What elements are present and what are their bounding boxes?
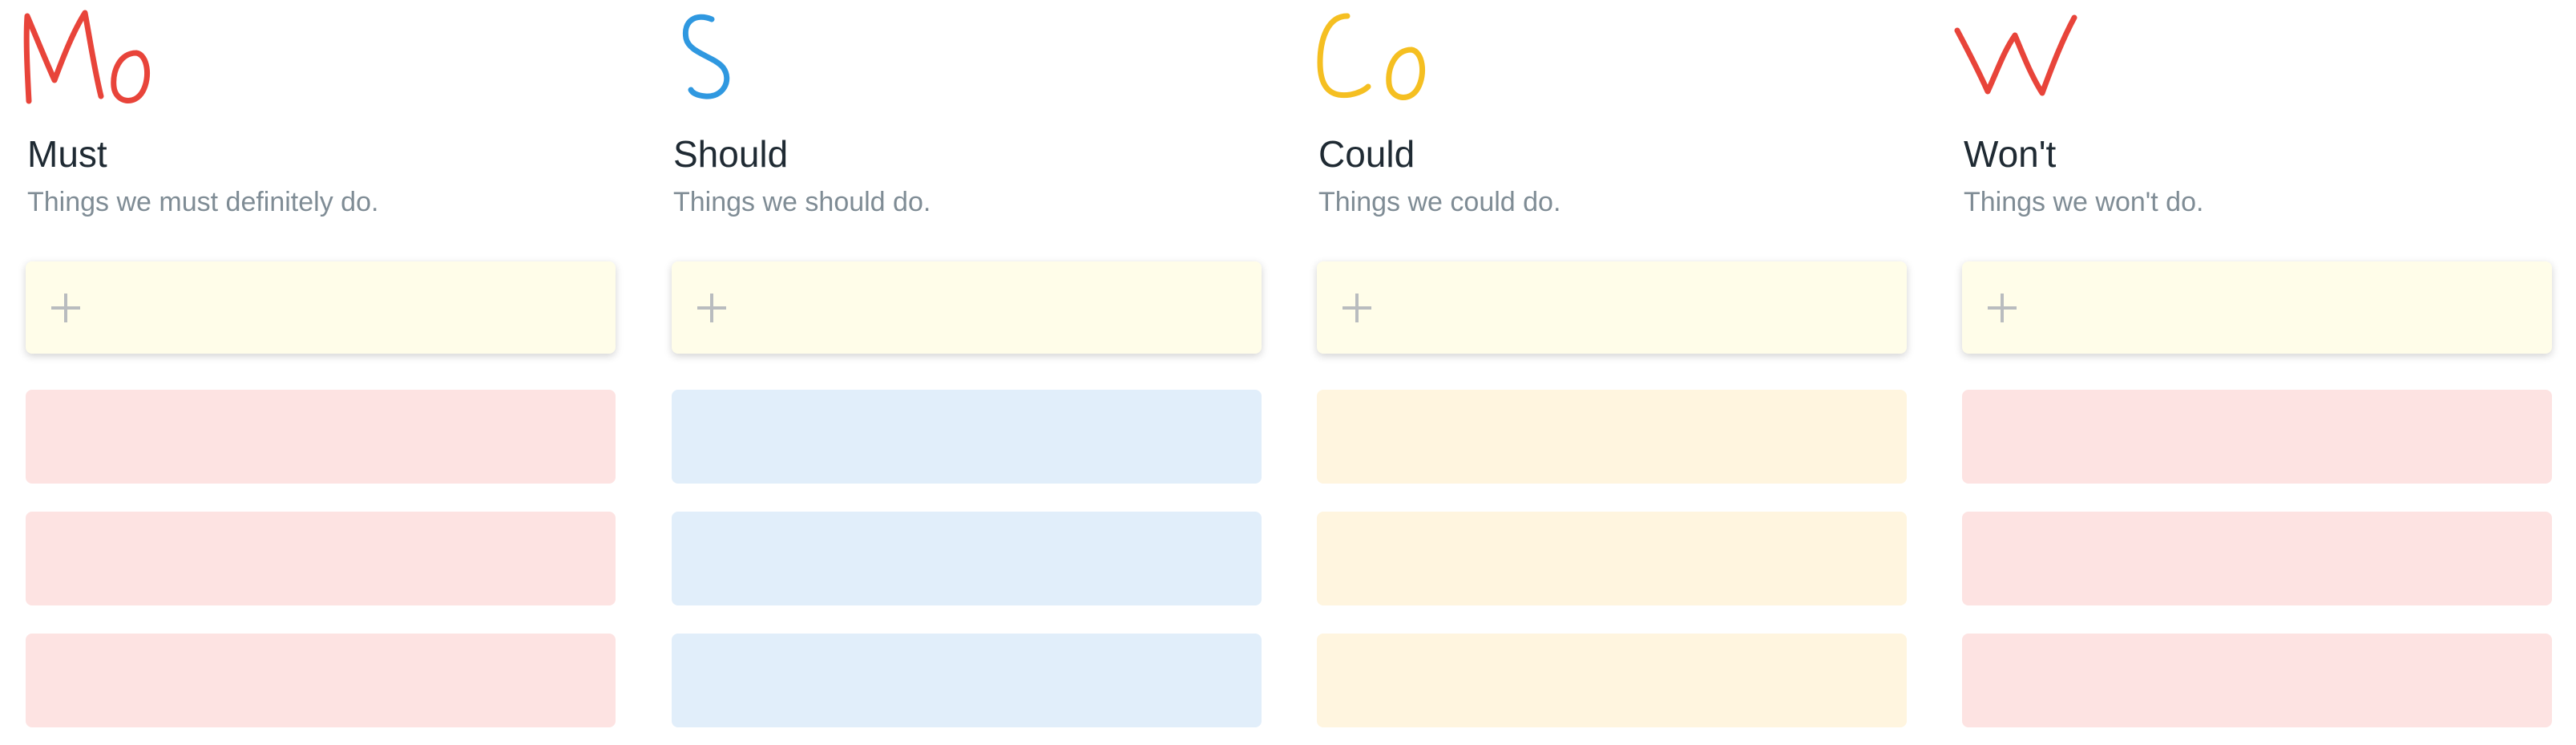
card[interactable]	[26, 634, 616, 727]
card[interactable]	[26, 390, 616, 484]
plus-icon	[697, 294, 726, 322]
card[interactable]	[1317, 634, 1907, 727]
card[interactable]	[26, 512, 616, 605]
card[interactable]	[672, 634, 1262, 727]
card[interactable]	[1317, 390, 1907, 484]
card[interactable]	[672, 390, 1262, 484]
add-card-button[interactable]	[672, 261, 1262, 354]
moscow-board: Must Things we must definitely do. Shoul…	[0, 0, 2576, 745]
card[interactable]	[672, 512, 1262, 605]
add-card-button[interactable]	[26, 261, 616, 354]
scribble-mo	[23, 10, 151, 104]
column-description: Things we should do.	[673, 187, 931, 217]
column-title: Should	[673, 133, 789, 175]
card[interactable]	[1317, 512, 1907, 605]
column-title: Could	[1318, 133, 1415, 175]
add-card-button[interactable]	[1317, 261, 1907, 354]
column-description: Things we must definitely do.	[27, 187, 379, 217]
card[interactable]	[1962, 634, 2552, 727]
plus-icon	[1988, 294, 2017, 322]
scribble-stroke	[682, 14, 730, 99]
card[interactable]	[1962, 512, 2552, 605]
scribble-stroke	[23, 10, 104, 104]
column-description: Things we won't do.	[1964, 187, 2204, 217]
column-must: Must Things we must definitely do.	[23, 0, 616, 745]
scribble-w	[1954, 14, 2077, 96]
scribble-stroke	[1317, 13, 1371, 99]
column-wont: Won't Things we won't do.	[1954, 0, 2552, 745]
column-should: Should Things we should do.	[672, 0, 1262, 745]
scribble-stroke	[1386, 47, 1426, 100]
scribble-s	[682, 14, 730, 99]
column-could: Could Things we could do.	[1317, 0, 1907, 745]
scribble-stroke	[1954, 14, 2077, 96]
card[interactable]	[1962, 390, 2552, 484]
column-title: Must	[27, 133, 107, 175]
column-title: Won't	[1964, 133, 2057, 175]
scribble-stroke	[111, 50, 151, 103]
plus-icon	[51, 294, 80, 322]
scribble-co	[1317, 13, 1426, 100]
plus-icon	[1343, 294, 1371, 322]
add-card-button[interactable]	[1962, 261, 2552, 354]
column-description: Things we could do.	[1318, 187, 1561, 217]
